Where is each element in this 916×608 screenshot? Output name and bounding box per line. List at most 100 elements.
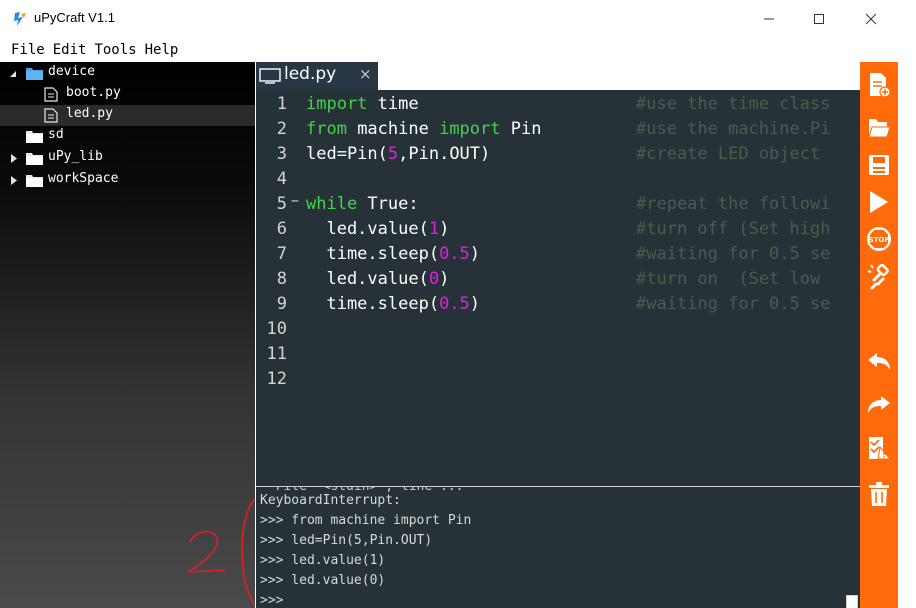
fold-marker-icon[interactable]: − xyxy=(291,194,299,209)
stop-button[interactable]: STOP xyxy=(860,221,898,257)
action-toolbar: STOP xyxy=(860,62,898,608)
shell-prompt[interactable]: >>> xyxy=(260,593,283,608)
line-number: 4 xyxy=(276,169,287,189)
menu-bar: File Edit Tools Help xyxy=(0,38,916,62)
code-line: 4 xyxy=(256,167,860,192)
new-file-icon xyxy=(870,73,891,98)
menu-help[interactable]: Help xyxy=(145,42,179,58)
code-text: ) xyxy=(469,294,481,314)
save-button[interactable] xyxy=(860,147,898,183)
code-comment: #turn off (Set high xyxy=(636,219,831,239)
tree-item-upy-lib[interactable]: uPy_lib xyxy=(0,148,255,169)
code-text: ) xyxy=(469,244,481,264)
line-number: 6 xyxy=(276,219,287,239)
code-editor[interactable]: 1 import time #use the time class 2 from… xyxy=(256,90,860,486)
shell-scrollbar[interactable] xyxy=(846,595,858,608)
tab-led-py[interactable]: led.py × xyxy=(256,62,378,90)
code-text: ,Pin.OUT) xyxy=(398,144,491,164)
redo-button[interactable] xyxy=(860,387,898,423)
line-number: 1 xyxy=(276,94,287,114)
tree-item-boot-py[interactable]: boot.py xyxy=(0,84,255,105)
tree-item-sd[interactable]: sd xyxy=(0,126,255,147)
code-text: ) xyxy=(439,219,450,239)
line-number: 5 xyxy=(276,194,287,214)
save-icon xyxy=(869,155,889,175)
expanded-arrow-icon[interactable] xyxy=(8,69,17,78)
line-number: 3 xyxy=(276,144,287,164)
menu-file[interactable]: File xyxy=(11,42,45,58)
code-text: led=Pin( xyxy=(306,144,388,164)
tree-label: device xyxy=(48,64,95,79)
tree-label: boot.py xyxy=(66,85,121,100)
code-line: 1 import time #use the time class xyxy=(256,92,860,117)
maximize-button[interactable] xyxy=(796,0,842,38)
code-comment: #turn on (Set low xyxy=(636,269,821,289)
redo-icon xyxy=(868,396,890,413)
close-icon xyxy=(865,13,877,25)
code-line: 9 time.sleep(0.5) #waiting for 0.5 se xyxy=(256,292,860,317)
undo-button[interactable] xyxy=(860,344,898,380)
code-comment: #waiting for 0.5 se xyxy=(636,294,831,314)
tree-label: uPy_lib xyxy=(48,149,103,164)
code-line: 10 xyxy=(256,317,860,342)
title-bar: uPyCraft V1.1 xyxy=(0,0,916,38)
tree-item-device[interactable]: device xyxy=(0,63,255,84)
file-icon xyxy=(44,87,58,102)
stop-icon: STOP xyxy=(867,227,891,251)
syntax-check-button[interactable] xyxy=(860,430,898,466)
collapsed-arrow-icon[interactable] xyxy=(9,154,18,163)
undo-icon xyxy=(868,353,890,370)
file-icon xyxy=(44,108,58,123)
code-comment: #use the machine.Pi xyxy=(636,119,831,139)
syntax-check-icon xyxy=(869,437,891,460)
code-line: 7 time.sleep(0.5) #waiting for 0.5 se xyxy=(256,242,860,267)
line-number: 8 xyxy=(276,269,287,289)
line-number: 9 xyxy=(276,294,287,314)
tab-label: led.py xyxy=(284,64,337,84)
code-line: 2 from machine import Pin #use the machi… xyxy=(256,117,860,142)
collapsed-arrow-icon[interactable] xyxy=(9,176,18,185)
keyword: import xyxy=(306,94,368,114)
new-file-button[interactable] xyxy=(860,67,898,103)
code-text: True: xyxy=(357,194,419,214)
connect-icon xyxy=(867,263,889,290)
code-line: 5 − while True: #repeat the followi xyxy=(256,192,860,217)
repl-shell[interactable]: File "<stdin>", line ... KeyboardInterru… xyxy=(256,486,860,608)
shell-line: >>> led=Pin(5,Pin.OUT) xyxy=(260,533,433,548)
clear-button[interactable] xyxy=(860,476,898,512)
minimize-icon xyxy=(764,18,774,20)
shell-line: KeyboardInterrupt: xyxy=(260,493,401,508)
tab-close-icon[interactable]: × xyxy=(359,65,372,83)
code-text: time xyxy=(367,94,419,114)
tree-item-workspace[interactable]: workSpace xyxy=(0,170,255,191)
keyword: import xyxy=(439,119,501,139)
upycraft-logo-icon xyxy=(14,12,26,26)
menu-tools[interactable]: Tools xyxy=(94,42,136,58)
code-text: led.value( xyxy=(306,219,429,239)
number-literal: 1 xyxy=(428,219,440,239)
code-comment: #create LED object xyxy=(636,144,821,164)
code-text: Pin xyxy=(500,119,542,139)
run-button[interactable] xyxy=(860,184,898,220)
annotation-number-2 xyxy=(187,499,255,605)
line-number: 11 xyxy=(266,344,287,364)
code-text: ) xyxy=(439,269,450,289)
code-text: time.sleep( xyxy=(306,294,440,314)
line-number: 2 xyxy=(276,119,287,139)
tree-label: led.py xyxy=(66,106,113,121)
tree-item-led-py[interactable]: led.py xyxy=(0,105,255,126)
tree-label: sd xyxy=(48,127,64,142)
number-literal: 0.5 xyxy=(439,244,470,264)
close-button[interactable] xyxy=(848,0,894,38)
code-comment: #use the time class xyxy=(636,94,831,114)
svg-text:STOP: STOP xyxy=(869,236,890,244)
connect-button[interactable] xyxy=(860,258,898,294)
clear-icon xyxy=(869,482,889,506)
menu-edit[interactable]: Edit xyxy=(53,42,87,58)
minimize-button[interactable] xyxy=(746,0,792,38)
open-file-button[interactable] xyxy=(860,110,898,146)
maximize-icon xyxy=(814,14,824,24)
code-text: machine xyxy=(346,119,440,139)
shell-line: >>> from machine import Pin xyxy=(260,513,472,528)
line-number: 10 xyxy=(266,319,287,339)
